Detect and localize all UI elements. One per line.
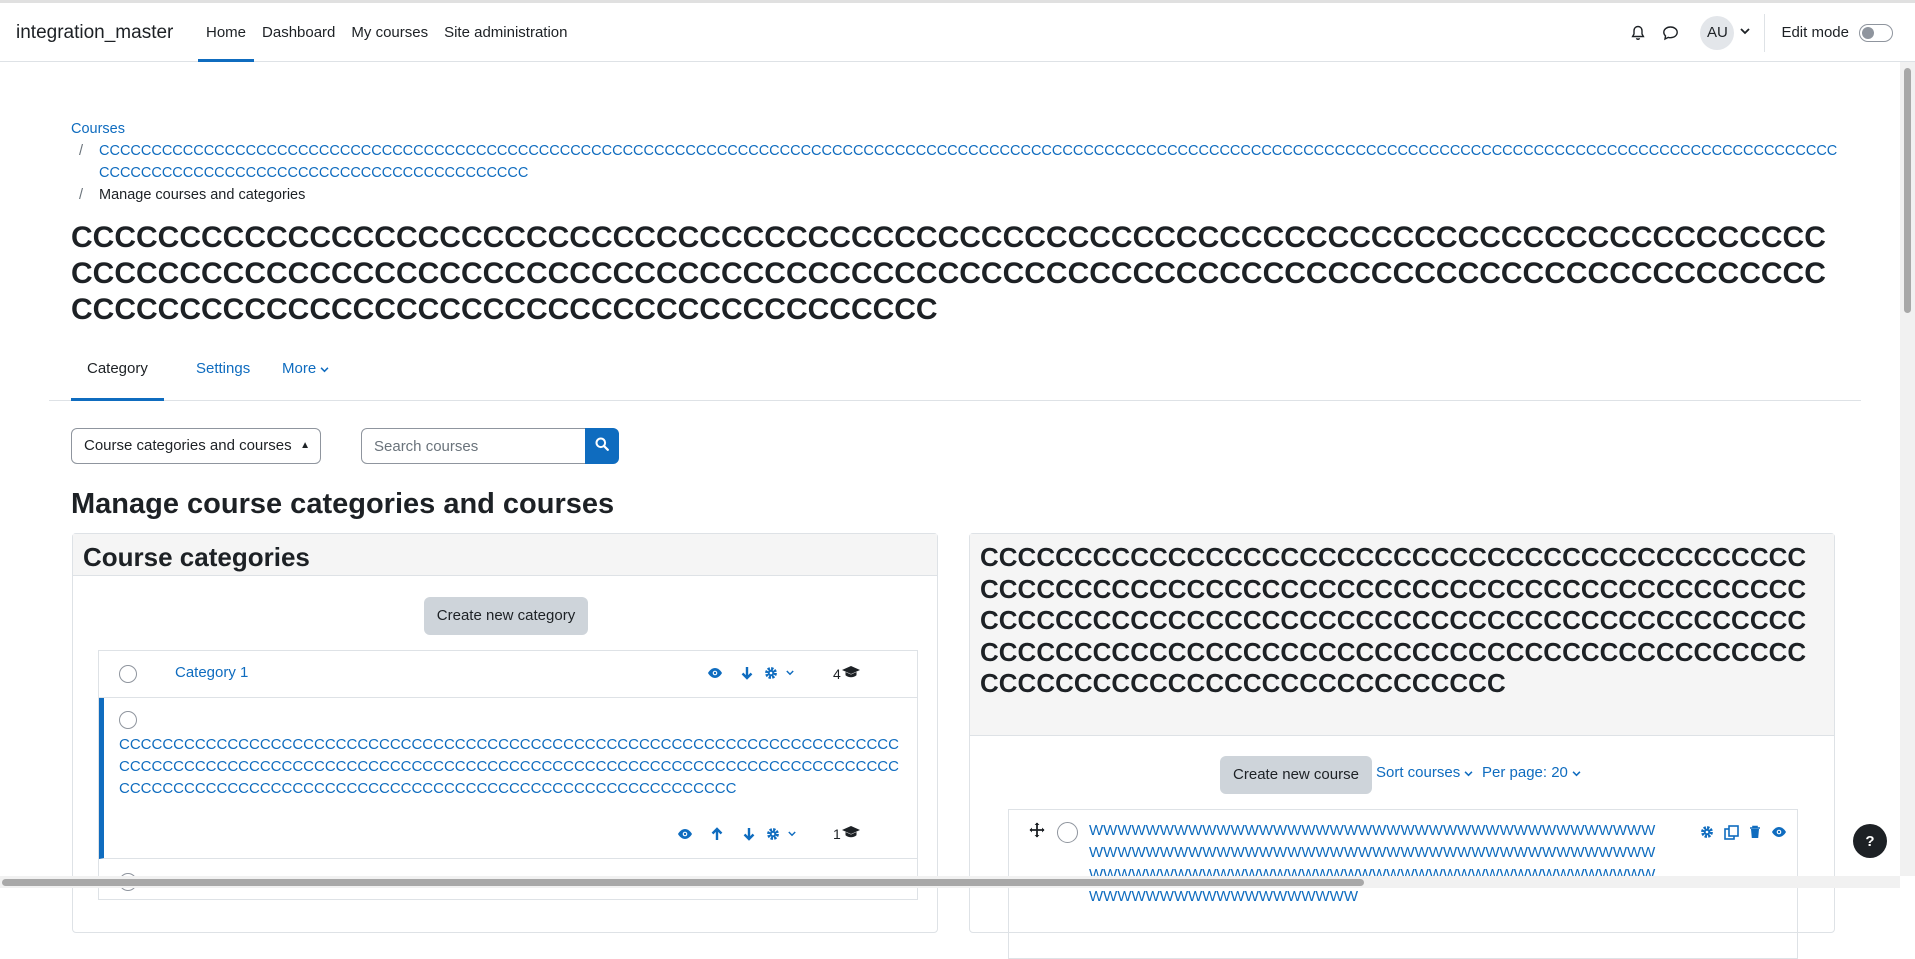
per-page-dropdown[interactable]: Per page: 20 [1482,764,1581,781]
bell-icon[interactable] [1622,17,1654,49]
search-button[interactable] [585,428,619,464]
category-actions [703,663,797,683]
course-categories-panel: Course categories Create new category Ca… [72,533,938,933]
chevron-down-icon[interactable] [785,824,799,844]
vertical-scrollbar[interactable] [1900,62,1915,876]
panel-title: Course categories [73,534,937,576]
help-button[interactable]: ? [1853,824,1887,858]
tab-settings[interactable]: Settings [180,348,266,400]
section-heading: Manage course categories and courses [71,488,615,520]
edit-mode-toggle[interactable] [1859,23,1893,42]
create-course-button[interactable]: Create new course [1220,756,1372,794]
breadcrumb-courses[interactable]: Courses [71,118,125,140]
graduation-cap-icon [841,665,861,682]
eye-icon[interactable] [673,824,697,844]
user-nav: AU Edit mode [1622,3,1915,62]
breadcrumb-category[interactable]: CCCCCCCCCCCCCCCCCCCCCCCCCCCCCCCCCCCCCCCC… [99,140,1841,184]
move-icon[interactable] [1029,822,1045,842]
course-checkbox[interactable] [1057,822,1078,843]
graduation-cap-icon [841,825,861,842]
chevron-down-icon[interactable] [783,663,797,683]
nav-my-courses[interactable]: My courses [343,3,436,62]
horizontal-scrollbar[interactable] [0,876,1900,888]
top-navbar: integration_master Home Dashboard My cou… [0,0,1915,62]
divider [1764,13,1766,52]
eye-icon[interactable] [1767,822,1791,842]
gear-icon[interactable] [761,824,785,844]
courses-panel: CCCCCCCCCCCCCCCCCCCCCCCCCCCCCCCCCCCCCCCC… [969,533,1835,959]
category-checkbox[interactable] [119,711,137,729]
chevron-down-icon [1464,764,1473,781]
list-item: Category 1 4 [99,651,917,698]
course-count: 1 [833,825,861,842]
category-checkbox[interactable] [119,665,137,683]
gear-icon[interactable] [1695,822,1719,842]
breadcrumb-separator: / [79,143,84,159]
search-input[interactable] [361,428,586,464]
trash-icon[interactable] [1743,822,1767,842]
tab-more[interactable]: More [266,348,345,400]
page-title: CCCCCCCCCCCCCCCCCCCCCCCCCCCCCCCCCCCCCCCC… [71,221,1826,326]
nav-dashboard[interactable]: Dashboard [254,3,343,62]
chevron-down-icon [1572,764,1581,781]
nav-site-administration[interactable]: Site administration [436,3,575,62]
scrollbar-thumb[interactable] [1904,68,1911,313]
breadcrumb-current: Manage courses and categories [99,187,306,203]
category-list: Category 1 4 CCCCCCCCCCCCCCCCCCCCCCCCCCC… [98,650,918,900]
category-link[interactable]: Category 1 [175,664,248,681]
category-title: CCCCCCCCCCCCCCCCCCCCCCCCCCCCCCCCCCCCCCCC… [970,534,1834,736]
avatar[interactable]: AU [1700,15,1735,50]
chevron-down-icon [320,360,329,377]
search-icon [595,437,609,455]
primary-navigation: Home Dashboard My courses Site administr… [198,3,576,62]
arrow-down-icon[interactable] [737,824,761,844]
category-link[interactable]: CCCCCCCCCCCCCCCCCCCCCCCCCCCCCCCCCCCCCCCC… [119,734,909,800]
create-category-button[interactable]: Create new category [424,597,588,635]
course-link[interactable]: WWWWWWWWWWWWWWWWWWWWWWWWWWWWWWWWWWWWWWWW… [1089,820,1669,908]
chat-icon[interactable] [1654,17,1686,49]
chevron-down-icon[interactable] [1740,27,1751,38]
sort-courses-dropdown[interactable]: Sort courses [1376,764,1473,781]
secondary-navigation: Category Settings More [49,348,1861,401]
copy-icon[interactable] [1719,822,1743,842]
list-item: CCCCCCCCCCCCCCCCCCCCCCCCCCCCCCCCCCCCCCCC… [99,698,917,859]
select-arrows-icon: ▲ [300,440,310,451]
course-count: 4 [833,665,861,682]
tab-category[interactable]: Category [71,348,164,401]
edit-mode-label: Edit mode [1781,24,1849,41]
breadcrumb-separator: / [79,187,84,203]
nav-home[interactable]: Home [198,3,255,62]
arrow-up-icon[interactable] [705,824,729,844]
breadcrumb: Courses / CCCCCCCCCCCCCCCCCCCCCCCCCCCCCC… [71,118,1841,206]
gear-icon[interactable] [759,663,783,683]
category-actions [673,824,799,844]
view-select[interactable]: Course categories and courses ▲ [71,428,321,464]
scrollbar-thumb[interactable] [2,879,1364,886]
site-brand[interactable]: integration_master [16,22,173,44]
course-actions [1695,822,1791,842]
eye-icon[interactable] [703,663,727,683]
help-icon: ? [1865,832,1875,850]
arrow-down-icon[interactable] [735,663,759,683]
